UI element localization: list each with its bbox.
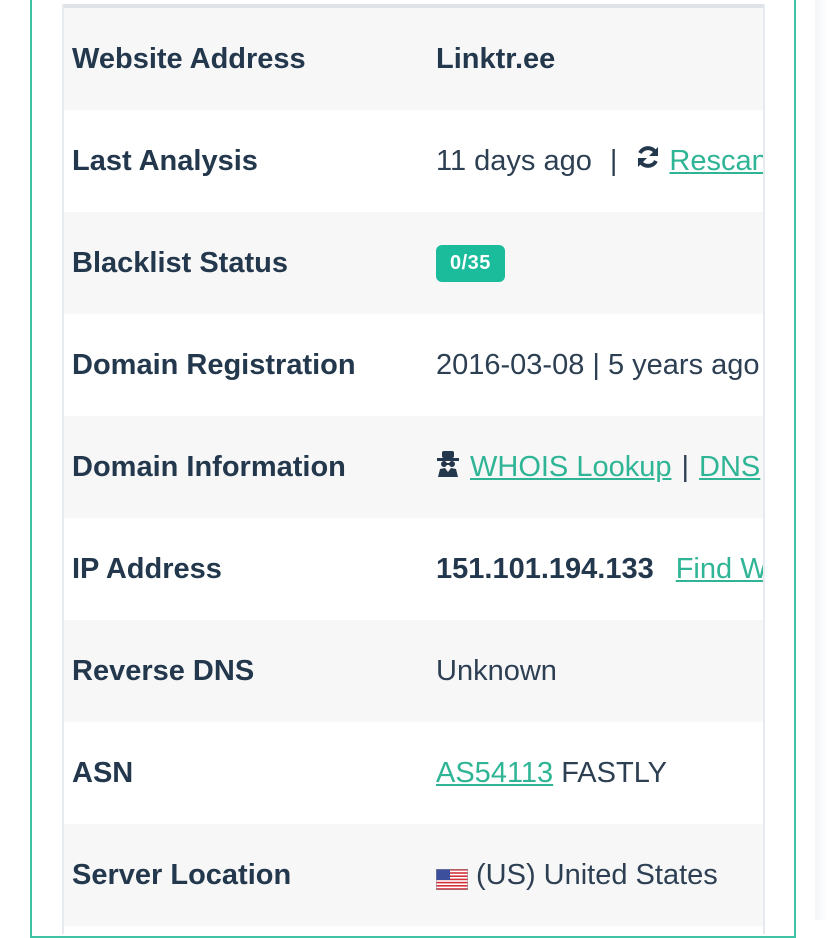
ip-address-text: 151.101.194.133 bbox=[436, 552, 654, 585]
server-location-label: Server Location bbox=[72, 858, 292, 891]
table-row: Reverse DNS Unknown bbox=[64, 620, 763, 722]
dns-link[interactable]: DNS bbox=[699, 451, 760, 484]
whois-lookup-link[interactable]: WHOIS Lookup bbox=[470, 451, 671, 484]
us-flag-icon bbox=[435, 865, 469, 890]
blacklist-status-value: 0/35 bbox=[436, 244, 505, 282]
ip-address-label: IP Address bbox=[72, 552, 222, 585]
table-row: Last Analysis 11 days ago | Rescan bbox=[64, 110, 763, 212]
domain-information-value: WHOIS Lookup | DNS bbox=[436, 450, 760, 485]
asn-link[interactable]: AS54113 bbox=[436, 757, 553, 790]
website-address-label: Website Address bbox=[72, 42, 306, 75]
refresh-icon[interactable] bbox=[635, 144, 661, 178]
spy-icon bbox=[436, 450, 460, 485]
table-row: Website Address Linktr.ee bbox=[64, 8, 763, 110]
website-address-value: Linktr.ee bbox=[436, 42, 556, 75]
table-row: Blacklist Status 0/35 bbox=[64, 212, 763, 314]
separator: | bbox=[609, 144, 618, 177]
asn-label: ASN bbox=[72, 756, 134, 789]
asn-value: AS54113 FASTLY bbox=[436, 757, 667, 790]
asn-name: FASTLY bbox=[561, 756, 668, 789]
blacklist-status-label: Blacklist Status bbox=[72, 246, 288, 279]
details-table: Website Address Linktr.ee Last Analysis … bbox=[62, 4, 765, 934]
table-row: Domain Registration 2016-03-08 | 5 years… bbox=[64, 314, 763, 416]
scroll-edge bbox=[815, 0, 828, 920]
table-row: Server Location (US) United States bbox=[64, 824, 763, 926]
server-location-text: (US) United States bbox=[476, 858, 718, 891]
domain-registration-value: 2016-03-08 | 5 years ago bbox=[436, 348, 760, 381]
table-row: ASN AS54113 FASTLY bbox=[64, 722, 763, 824]
reverse-dns-value: Unknown bbox=[436, 654, 557, 687]
table-row: Domain Information WHOIS Lookup | DNS bbox=[64, 416, 763, 518]
table-row: IP Address 151.101.194.133 Find W bbox=[64, 518, 763, 620]
ip-address-value: 151.101.194.133 Find W bbox=[436, 552, 763, 586]
blacklist-badge[interactable]: 0/35 bbox=[436, 244, 505, 282]
rescan-link[interactable]: Rescan bbox=[669, 145, 763, 178]
domain-information-label: Domain Information bbox=[72, 450, 346, 483]
reverse-dns-label: Reverse DNS bbox=[72, 654, 255, 687]
domain-registration-label: Domain Registration bbox=[72, 348, 356, 381]
last-analysis-time: 11 days ago bbox=[436, 144, 592, 177]
find-link[interactable]: Find W bbox=[676, 553, 763, 586]
last-analysis-label: Last Analysis bbox=[72, 144, 258, 177]
separator: | bbox=[681, 450, 690, 483]
last-analysis-value: 11 days ago | Rescan bbox=[436, 144, 763, 178]
server-location-value: (US) United States bbox=[435, 858, 718, 892]
